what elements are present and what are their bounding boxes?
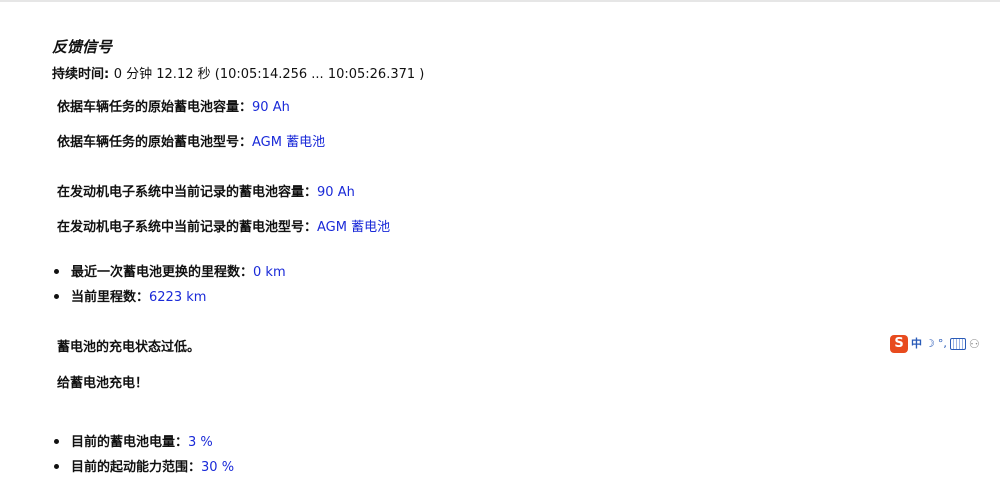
last-replacement-mileage-label: 最近一次蓄电池更换的里程数：	[71, 265, 254, 280]
bullet-dot	[54, 464, 59, 469]
current-mileage-value: 6223 km	[149, 290, 207, 305]
ime-toolbar[interactable]: S 中 ☽ °, ⚇	[890, 333, 1000, 355]
top-border	[0, 0, 1000, 2]
page-title: 反馈信号	[52, 38, 113, 56]
original-capacity-line: 依据车辆任务的原始蓄电池容量：90 Ah	[57, 96, 290, 115]
list-item-battery-level: 目前的蓄电池电量：3 %	[54, 431, 213, 450]
original-capacity-value: 90 Ah	[252, 100, 290, 115]
duration-label: 持续时间:	[52, 67, 114, 82]
starting-capability-label: 目前的起动能力范围：	[71, 460, 202, 475]
bullet-dot	[54, 294, 59, 299]
sogou-logo-icon[interactable]: S	[890, 335, 908, 353]
battery-level-label: 目前的蓄电池电量：	[71, 435, 189, 450]
recorded-type-label: 在发动机电子系统中当前记录的蓄电池型号：	[57, 220, 318, 235]
original-type-label: 依据车辆任务的原始蓄电池型号：	[57, 135, 253, 150]
current-mileage-label: 当前里程数：	[71, 290, 150, 305]
user-icon[interactable]: ⚇	[969, 335, 980, 353]
last-replacement-mileage-value: 0 km	[253, 265, 286, 280]
battery-level-value: 3 %	[188, 435, 213, 450]
bullet-dot	[54, 439, 59, 444]
list-item-current-mileage: 当前里程数：6223 km	[54, 286, 206, 305]
list-item-last-replacement-mileage: 最近一次蓄电池更换的里程数：0 km	[54, 261, 286, 280]
low-charge-message: 蓄电池的充电状态过低。	[57, 340, 201, 355]
duration-value: 0 分钟 12.12 秒 (10:05:14.256 ... 10:05:26.…	[113, 67, 425, 82]
punctuation-icon[interactable]: °,	[938, 335, 947, 353]
ime-mode-toggle[interactable]: 中	[911, 335, 922, 353]
original-type-value: AGM 蓄电池	[252, 135, 326, 150]
original-type-line: 依据车辆任务的原始蓄电池型号：AGM 蓄电池	[57, 131, 325, 150]
recorded-capacity-label: 在发动机电子系统中当前记录的蓄电池容量：	[57, 185, 318, 200]
recorded-type-value: AGM 蓄电池	[317, 220, 391, 235]
recorded-type-line: 在发动机电子系统中当前记录的蓄电池型号：AGM 蓄电池	[57, 216, 390, 235]
recorded-capacity-line: 在发动机电子系统中当前记录的蓄电池容量：90 Ah	[57, 181, 355, 200]
bullet-dot	[54, 269, 59, 274]
charge-action-message: 给蓄电池充电！	[57, 376, 149, 391]
original-capacity-label: 依据车辆任务的原始蓄电池容量：	[57, 100, 253, 115]
duration-line: 持续时间: 0 分钟 12.12 秒 (10:05:14.256 ... 10:…	[52, 63, 424, 82]
starting-capability-value: 30 %	[201, 460, 235, 475]
recorded-capacity-value: 90 Ah	[317, 185, 355, 200]
moon-icon[interactable]: ☽	[925, 335, 935, 353]
keyboard-icon[interactable]	[949, 338, 966, 350]
list-item-starting-capability: 目前的起动能力范围：30 %	[54, 456, 234, 475]
